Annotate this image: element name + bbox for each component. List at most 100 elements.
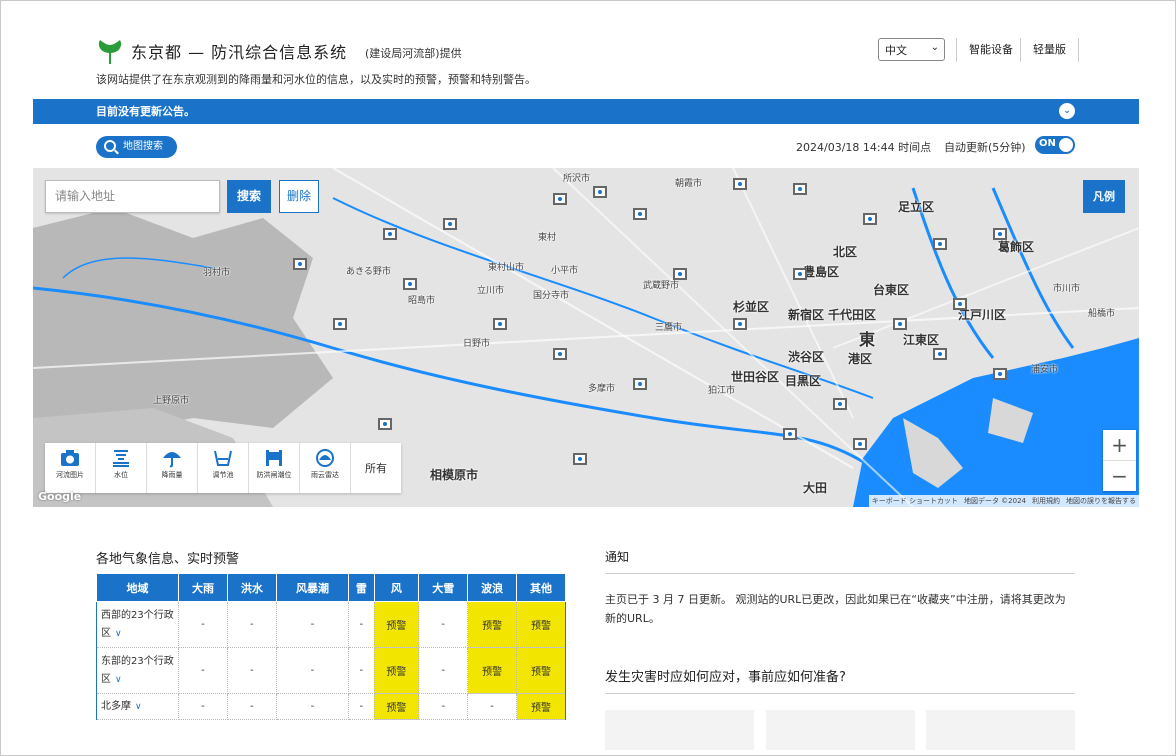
delete-button[interactable]: 删除 [279, 180, 319, 213]
column-header: 波浪 [467, 573, 518, 602]
region-name: 西部的23个行政区 [101, 609, 174, 639]
river-camera-marker[interactable] [403, 278, 417, 290]
map-place-label: 葛飾区 [998, 240, 1035, 254]
map-place-label: 江東区 [903, 333, 940, 347]
search-button[interactable]: 搜索 [227, 180, 271, 213]
map-place-label: 渋谷区 [788, 350, 825, 364]
chevron-down-icon: ⌄ [930, 42, 939, 53]
river-camera-marker[interactable] [633, 378, 647, 390]
warning-cell: 预警 [516, 693, 566, 720]
region-name: 东部的23个行政区 [101, 655, 174, 685]
layer-floodgate[interactable]: 防洪闸潮位 [249, 443, 300, 493]
river-camera-marker[interactable] [553, 193, 567, 205]
lite-version-link[interactable]: 轻量版 [1020, 38, 1079, 62]
river-camera-marker[interactable] [633, 208, 647, 220]
river-camera-marker[interactable] [993, 368, 1007, 380]
keyboard-shortcuts-link[interactable]: キーボード ショートカット [872, 495, 958, 507]
table-cell: - [348, 647, 375, 694]
search-icon [104, 140, 116, 152]
guide-card[interactable] [605, 710, 754, 750]
table-cell: - [348, 601, 375, 648]
river-camera-marker[interactable] [593, 186, 607, 198]
table-cell: - [226, 693, 277, 720]
map-view[interactable]: 所沢市 東村 朝霞市 足立区 東村山市 北区 葛飾区 あきる野市 立川市 小平市… [33, 168, 1139, 507]
river-camera-marker[interactable] [293, 258, 307, 270]
column-header: 雷 [348, 573, 375, 602]
column-header: 地域 [96, 573, 179, 602]
region-cell[interactable]: 北多摩 ∨ [96, 693, 179, 720]
map-place-label: あきる野市 [346, 267, 391, 277]
table-row[interactable]: 西部的23个行政区 ∨ - - - - 预警 - 预警 预警 [96, 601, 566, 648]
layer-water-level[interactable]: 水位 [96, 443, 147, 493]
map-place-label: 東村 [538, 233, 557, 243]
river-camera-marker[interactable] [378, 418, 392, 430]
zoom-in-button[interactable]: + [1103, 430, 1136, 460]
river-camera-marker[interactable] [783, 428, 797, 440]
river-camera-marker[interactable] [443, 218, 457, 230]
map-place-label: 昭島市 [408, 296, 436, 306]
map-place-label: 豊島区 [803, 265, 840, 279]
river-camera-marker[interactable] [793, 268, 807, 280]
provider-note: (建设局河流部)提供 [365, 47, 462, 60]
column-header: 大雪 [418, 573, 469, 602]
river-camera-marker[interactable] [933, 238, 947, 250]
table-cell: - [275, 693, 350, 720]
river-camera-marker[interactable] [993, 228, 1007, 240]
weather-warning-table: 地域 大雨 洪水 风暴潮 雷 风 大雪 波浪 其他 西部的23个行政区 ∨ - -… [96, 573, 566, 720]
map-place-label: 足立区 [898, 200, 935, 214]
table-cell: - [348, 693, 375, 720]
warning-cell: 预警 [373, 647, 420, 694]
map-place-label: 北区 [833, 245, 858, 259]
address-input[interactable]: 请输入地址 [45, 180, 220, 213]
layer-reservoir[interactable]: 调节池 [198, 443, 249, 493]
floodgate-icon [266, 450, 282, 466]
layer-rain-radar[interactable]: 雨云雷达 [300, 443, 351, 493]
map-place-label: 小平市 [551, 266, 579, 276]
river-camera-marker[interactable] [933, 348, 947, 360]
river-camera-marker[interactable] [573, 453, 587, 465]
zoom-out-button[interactable]: − [1103, 461, 1136, 491]
layer-all[interactable]: 所有 [351, 443, 401, 493]
map-place-label: 朝霞市 [675, 179, 703, 189]
layer-rainfall[interactable]: 降雨量 [147, 443, 198, 493]
river-camera-marker[interactable] [893, 318, 907, 330]
table-row[interactable]: 东部的23个行政区 ∨ - - - - 预警 - 预警 预警 [96, 647, 566, 694]
river-camera-marker[interactable] [733, 318, 747, 330]
terms-link[interactable]: 利用規約 [1032, 495, 1060, 507]
notice-title: 通知 [605, 550, 630, 564]
auto-update-toggle[interactable]: ON [1035, 136, 1075, 154]
smart-device-link[interactable]: 智能设备 [956, 38, 1025, 62]
guide-card[interactable] [766, 710, 915, 750]
region-cell[interactable]: 东部的23个行政区 ∨ [96, 647, 179, 694]
river-camera-marker[interactable] [863, 213, 877, 225]
language-select[interactable]: 中文 ⌄ [878, 38, 945, 61]
layer-label: 河流图片 [56, 471, 84, 479]
river-camera-marker[interactable] [793, 183, 807, 195]
layer-label: 防洪闸潮位 [256, 471, 292, 479]
river-camera-marker[interactable] [853, 438, 867, 450]
legend-button[interactable]: 凡例 [1083, 180, 1125, 213]
river-camera-marker[interactable] [493, 318, 507, 330]
river-camera-marker[interactable] [333, 318, 347, 330]
region-cell[interactable]: 西部的23个行政区 ∨ [96, 601, 179, 648]
river-camera-marker[interactable] [833, 398, 847, 410]
report-error-link[interactable]: 地図の誤りを報告する [1066, 495, 1136, 507]
table-row[interactable]: 北多摩 ∨ - - - - 预警 - - 预警 [96, 693, 566, 720]
map-place-label: 国分寺市 [533, 291, 570, 301]
auto-update-state: ON [1039, 138, 1056, 149]
observation-timestamp: 2024/03/18 14:44 时间点 [796, 141, 932, 154]
map-search-button[interactable]: 地图搜索 [96, 136, 177, 158]
zoom-control: + − [1103, 430, 1136, 491]
river-camera-marker[interactable] [733, 178, 747, 190]
river-camera-marker[interactable] [383, 228, 397, 240]
river-camera-marker[interactable] [553, 348, 567, 360]
layer-label: 水位 [114, 471, 128, 479]
expand-announcement-chevron-icon[interactable]: ⌄ [1059, 103, 1075, 119]
table-cell: - [418, 693, 469, 720]
map-place-label: 立川市 [477, 286, 505, 296]
layer-river-camera[interactable]: 河流图片 [45, 443, 96, 493]
site-title[interactable]: 东京都 — 防汛综合信息系统 [131, 39, 347, 63]
river-camera-marker[interactable] [673, 268, 687, 280]
river-camera-marker[interactable] [953, 298, 967, 310]
guide-card[interactable] [926, 710, 1075, 750]
